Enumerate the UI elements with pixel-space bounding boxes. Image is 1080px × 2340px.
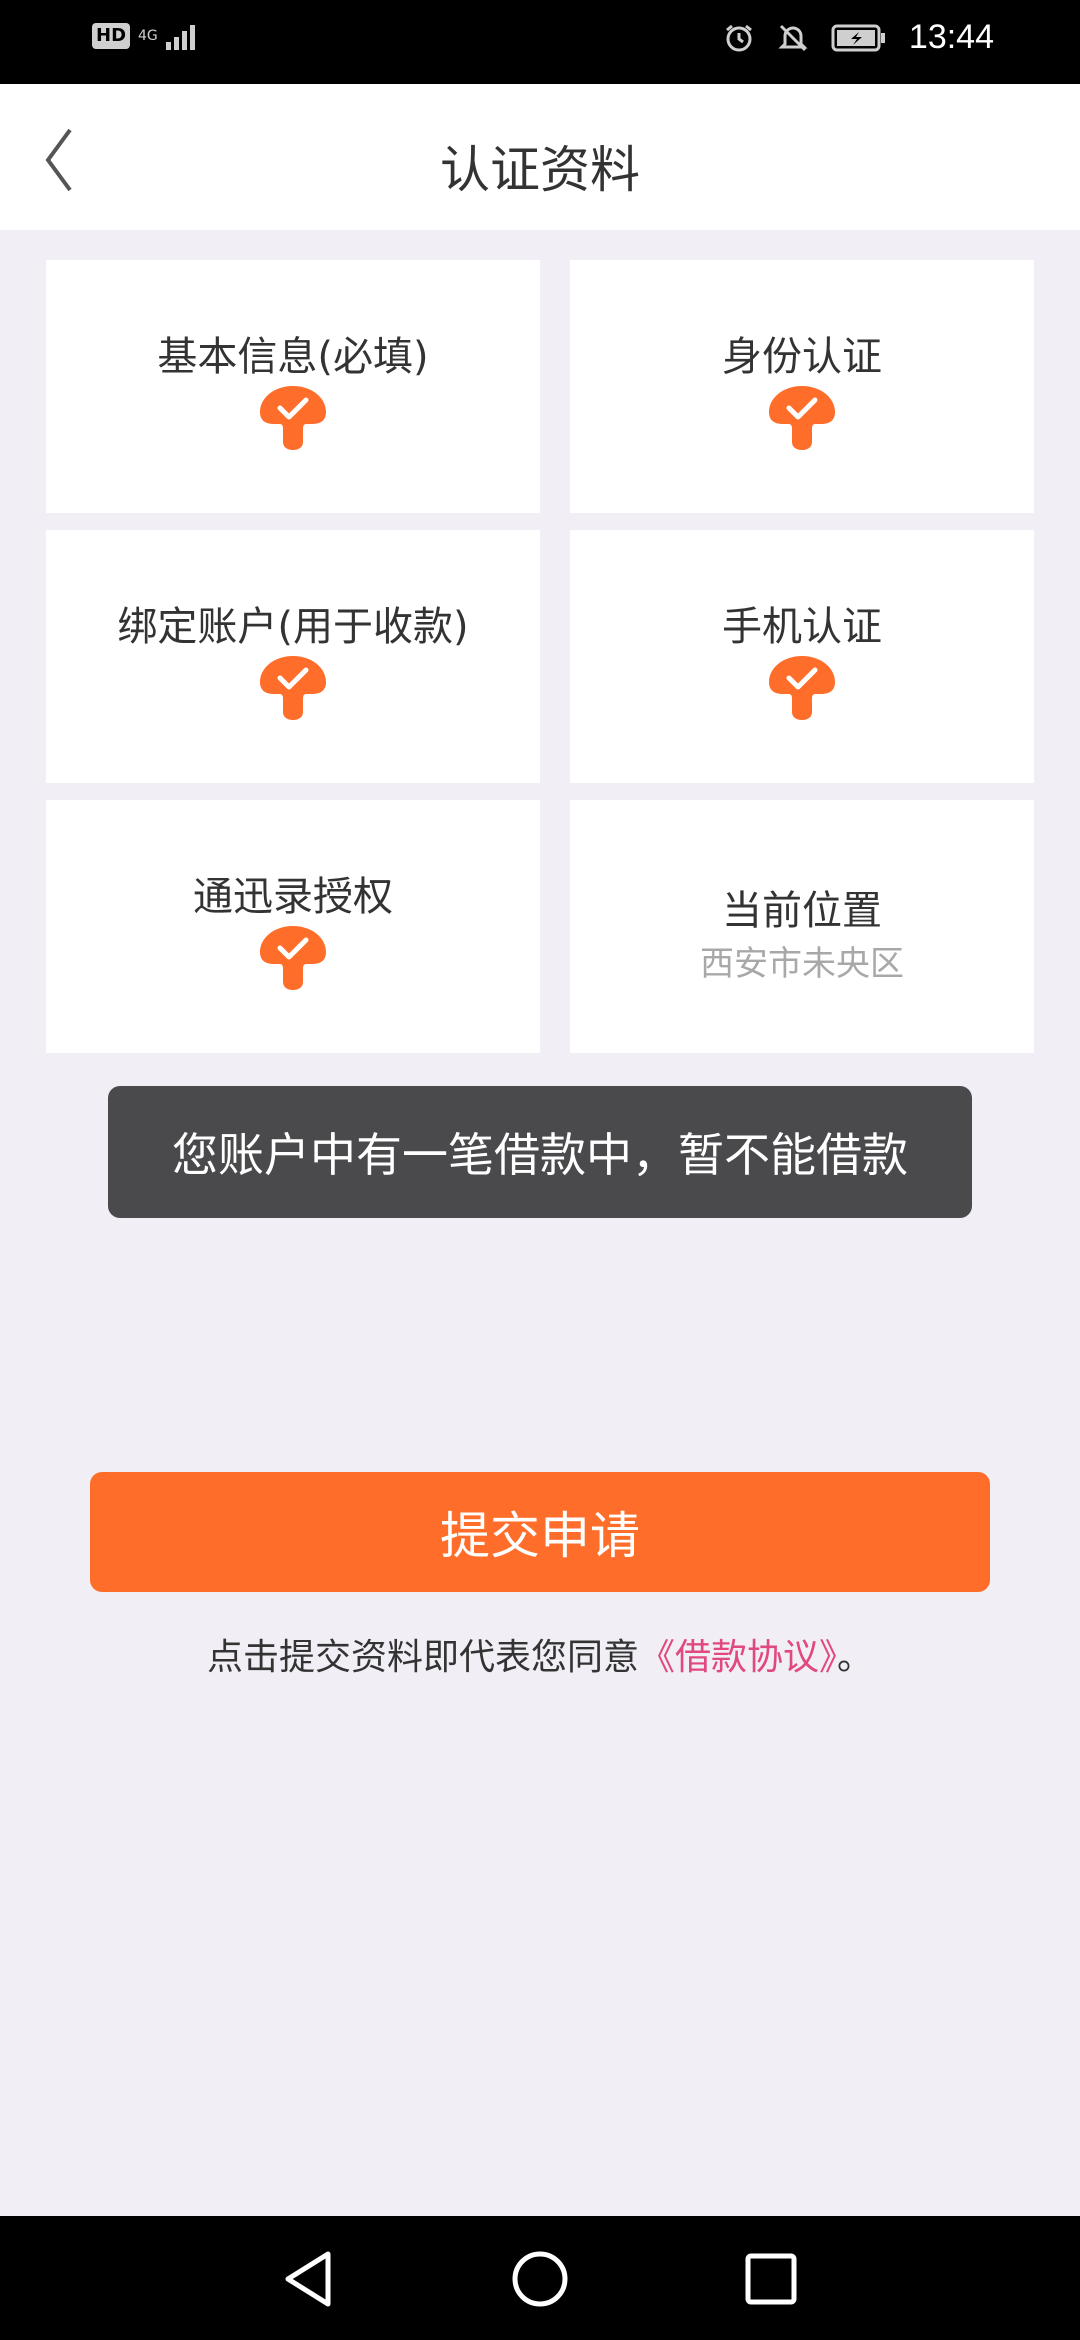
card-label: 当前位置 bbox=[722, 888, 882, 934]
card-label: 基本信息(必填) bbox=[157, 334, 429, 380]
check-badge-icon bbox=[260, 386, 326, 450]
loan-agreement-link[interactable]: 《借款协议》 bbox=[639, 1637, 837, 1678]
alarm-icon bbox=[723, 22, 755, 54]
mute-bell-icon bbox=[777, 22, 809, 54]
agreement-text: 点击提交资料即代表您同意《借款协议》。 bbox=[0, 1628, 1080, 1680]
card-label: 手机认证 bbox=[722, 604, 882, 650]
toast-message: 您账户中有一笔借款中，暂不能借款 bbox=[108, 1086, 972, 1218]
system-nav-bar bbox=[0, 2216, 1080, 2340]
hd-badge: HD bbox=[92, 23, 131, 49]
card-label: 通迅录授权 bbox=[193, 874, 393, 920]
card-phone-auth[interactable]: 手机认证 bbox=[570, 530, 1034, 783]
card-label: 绑定账户(用于收款) bbox=[117, 604, 469, 650]
check-badge-icon bbox=[260, 926, 326, 990]
page-title: 认证资料 bbox=[440, 141, 640, 199]
network-indicator: 4G bbox=[138, 29, 158, 43]
home-circle-icon[interactable] bbox=[507, 2246, 573, 2312]
card-identity[interactable]: 身份认证 bbox=[570, 260, 1034, 513]
check-badge-icon bbox=[260, 656, 326, 720]
location-value: 西安市未央区 bbox=[700, 944, 904, 984]
agreement-prefix: 点击提交资料即代表您同意 bbox=[206, 1637, 639, 1678]
status-time: 13:44 bbox=[908, 18, 994, 56]
signal-icon bbox=[165, 22, 195, 50]
card-bind-account[interactable]: 绑定账户(用于收款) bbox=[46, 530, 540, 783]
status-right: 13:44 bbox=[723, 18, 994, 57]
status-bar: HD 4G 13:44 bbox=[0, 0, 1080, 84]
agreement-suffix: 。 bbox=[837, 1637, 874, 1678]
nav-bar: 认证资料 bbox=[0, 84, 1080, 230]
card-label: 身份认证 bbox=[722, 334, 882, 380]
check-badge-icon bbox=[769, 656, 835, 720]
recents-square-icon[interactable] bbox=[738, 2246, 804, 2312]
status-left: HD 4G bbox=[92, 22, 195, 50]
check-badge-icon bbox=[769, 386, 835, 450]
back-triangle-icon[interactable] bbox=[276, 2246, 342, 2312]
battery-icon bbox=[831, 23, 887, 53]
card-location[interactable]: 当前位置 西安市未央区 bbox=[570, 800, 1034, 1053]
network-type: 4G bbox=[138, 28, 158, 44]
submit-button[interactable]: 提交申请 bbox=[90, 1472, 990, 1592]
card-contacts-auth[interactable]: 通迅录授权 bbox=[46, 800, 540, 1053]
card-basic-info[interactable]: 基本信息(必填) bbox=[46, 260, 540, 513]
